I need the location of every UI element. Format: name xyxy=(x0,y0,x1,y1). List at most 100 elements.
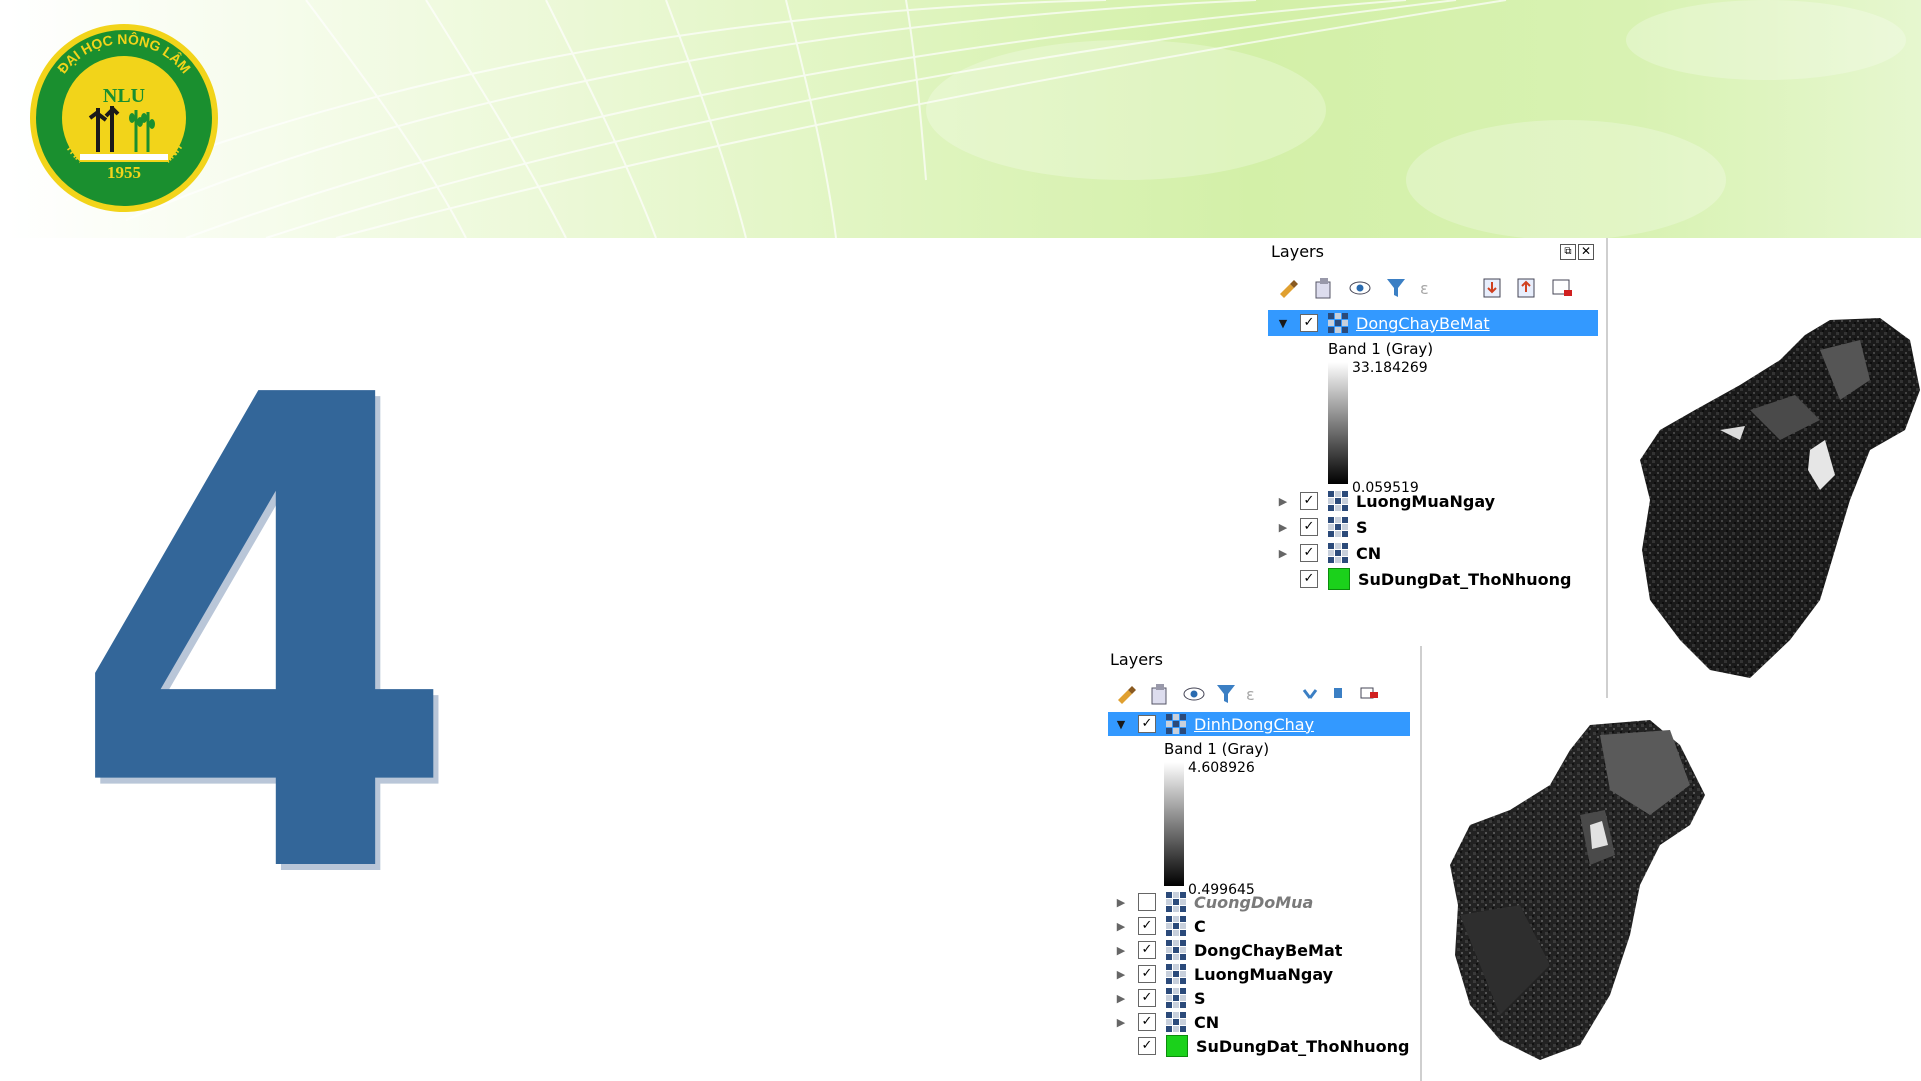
layer-checkbox[interactable] xyxy=(1138,893,1156,911)
vector-fill-swatch xyxy=(1328,568,1350,590)
expand-arrow-icon[interactable]: ▶ xyxy=(1114,895,1128,909)
expand-arrow-icon[interactable]: ▶ xyxy=(1114,991,1128,1005)
filter-icon[interactable] xyxy=(1384,276,1408,300)
raster-layer-icon xyxy=(1166,940,1186,960)
expand-arrow-icon[interactable]: ▶ xyxy=(1276,494,1290,508)
float-panel-icon[interactable]: ⧉ xyxy=(1560,244,1576,260)
paint-brush-icon[interactable] xyxy=(1276,276,1300,300)
expand-arrow-icon[interactable]: ▶ xyxy=(1114,967,1128,981)
panel-title: Layers xyxy=(1110,650,1163,669)
layer-row-selected[interactable]: ▼ ✓ DinhDongChay xyxy=(1108,712,1410,736)
logo-year: 1955 xyxy=(107,163,141,182)
layer-row[interactable]: ▶ CuongDoMua xyxy=(1108,890,1313,914)
layer-checkbox[interactable]: ✓ xyxy=(1138,1013,1156,1031)
layer-row[interactable]: ▶ ✓ CN xyxy=(1268,540,1381,566)
university-logo: ĐẠI HỌC NÔNG LÂM THÀNH PHỐ HỒ CHÍ MINH N… xyxy=(28,22,220,214)
close-panel-icon[interactable]: ✕ xyxy=(1578,244,1594,260)
expand-arrow-icon[interactable]: ▶ xyxy=(1276,520,1290,534)
gray-color-ramp xyxy=(1328,362,1348,484)
map-canvas-2[interactable] xyxy=(1440,715,1710,1065)
layer-checkbox[interactable]: ✓ xyxy=(1138,941,1156,959)
layer-name: CN xyxy=(1356,543,1382,563)
layer-row[interactable]: ▶ ✓ LuongMuaNgay xyxy=(1268,488,1495,514)
ramp-max-value: 33.184269 xyxy=(1352,360,1428,376)
layer-checkbox[interactable]: ✓ xyxy=(1300,518,1318,536)
layer-name: DongChayBeMat xyxy=(1194,940,1343,960)
raster-layer-icon xyxy=(1166,714,1186,734)
raster-layer-icon xyxy=(1166,988,1186,1008)
raster-layer-icon xyxy=(1328,543,1348,563)
expand-arrow-icon[interactable]: ▶ xyxy=(1114,1015,1128,1029)
expand-arrow-icon[interactable]: ▶ xyxy=(1114,919,1128,933)
filter-icon[interactable] xyxy=(1214,682,1238,706)
expression-filter-icon[interactable]: ε xyxy=(1418,276,1442,300)
layer-name: CuongDoMua xyxy=(1194,892,1314,912)
layer-name: SuDungDat_ThoNhuong xyxy=(1358,569,1572,589)
header-banner xyxy=(6,0,1921,238)
band-label: Band 1 (Gray) xyxy=(1328,340,1434,358)
add-group-icon[interactable] xyxy=(1312,276,1336,300)
layer-row-selected[interactable]: ▼ ✓ DongChayBeMat xyxy=(1268,310,1598,336)
layer-checkbox[interactable]: ✓ xyxy=(1138,965,1156,983)
layer-row[interactable]: ▶ ✓ C xyxy=(1108,914,1206,938)
layer-name: S xyxy=(1194,988,1206,1008)
panel-title: Layers xyxy=(1271,242,1324,261)
add-group-icon[interactable] xyxy=(1148,682,1172,706)
layer-name: S xyxy=(1356,517,1368,537)
expand-arrow-icon[interactable]: ▶ xyxy=(1276,546,1290,560)
logo-center-text: NLU xyxy=(103,85,145,107)
collapse-arrow-icon[interactable]: ▼ xyxy=(1114,717,1128,731)
layer-row[interactable]: ▶ ✓ CN xyxy=(1108,1010,1219,1034)
raster-layer-icon xyxy=(1166,1012,1186,1032)
eye-icon[interactable] xyxy=(1182,682,1206,706)
layer-checkbox[interactable]: ✓ xyxy=(1300,314,1318,332)
gray-color-ramp xyxy=(1164,762,1184,886)
layer-name: SuDungDat_ThoNhuong xyxy=(1196,1036,1410,1056)
layer-row[interactable]: ✓ SuDungDat_ThoNhuong xyxy=(1268,566,1571,592)
layer-checkbox[interactable]: ✓ xyxy=(1138,1037,1156,1055)
layer-checkbox[interactable]: ✓ xyxy=(1138,715,1156,733)
raster-layer-icon xyxy=(1328,491,1348,511)
layer-name: C xyxy=(1194,916,1206,936)
layer-checkbox[interactable]: ✓ xyxy=(1300,544,1318,562)
raster-layer-icon xyxy=(1328,313,1348,333)
layer-name: LuongMuaNgay xyxy=(1194,964,1334,984)
map-canvas-1[interactable] xyxy=(1620,300,1920,690)
band-label: Band 1 (Gray) xyxy=(1164,740,1270,758)
layer-row[interactable]: ▶ ✓ LuongMuaNgay xyxy=(1108,962,1333,986)
collapse-all-icon[interactable] xyxy=(1514,276,1538,300)
banner-decoration xyxy=(65,0,1906,238)
layer-checkbox[interactable]: ✓ xyxy=(1138,989,1156,1007)
svg-text:ε: ε xyxy=(1420,279,1429,298)
ramp-max-value: 4.608926 xyxy=(1188,760,1255,776)
section-number: 4 xyxy=(70,262,459,1018)
layer-row[interactable]: ▶ ✓ DongChayBeMat xyxy=(1108,938,1342,962)
expand-all-icon[interactable] xyxy=(1480,276,1504,300)
layer-name: DinhDongChay xyxy=(1194,714,1315,734)
layers-panel-1: Layers ⧉ ✕ ε ▼ ✓ DongChayBeMat Band 1 (G… xyxy=(1268,238,1608,698)
raster-layer-icon xyxy=(1166,892,1186,912)
paint-brush-icon[interactable] xyxy=(1114,682,1138,706)
layer-row[interactable]: ✓ SuDungDat_ThoNhuong xyxy=(1108,1034,1409,1058)
layer-name: LuongMuaNgay xyxy=(1356,491,1496,511)
layer-name: DongChayBeMat xyxy=(1356,313,1490,333)
raster-layer-icon xyxy=(1328,517,1348,537)
svg-text:ε: ε xyxy=(1246,685,1255,704)
layer-name: CN xyxy=(1194,1012,1220,1032)
remove-layer-icon[interactable] xyxy=(1550,276,1574,300)
layer-checkbox[interactable]: ✓ xyxy=(1300,570,1318,588)
expression-filter-icon[interactable]: ε xyxy=(1244,682,1268,706)
layer-row[interactable]: ▶ ✓ S xyxy=(1108,986,1206,1010)
layer-row[interactable]: ▶ ✓ S xyxy=(1268,514,1368,540)
collapse-arrow-icon[interactable]: ▼ xyxy=(1276,316,1290,330)
expand-arrow-icon[interactable]: ▶ xyxy=(1114,943,1128,957)
remove-layer-icon[interactable] xyxy=(1358,686,1382,700)
layer-checkbox[interactable]: ✓ xyxy=(1138,917,1156,935)
layers-panel-2: Layers ε ▼ ✓ DinhDongChay Band 1 (Gray) … xyxy=(1108,646,1422,1081)
collapse-all-icon[interactable] xyxy=(1328,686,1352,700)
raster-layer-icon xyxy=(1166,916,1186,936)
eye-icon[interactable] xyxy=(1348,276,1372,300)
vector-fill-swatch xyxy=(1166,1035,1188,1057)
layer-checkbox[interactable]: ✓ xyxy=(1300,492,1318,510)
expand-all-icon[interactable] xyxy=(1298,686,1322,700)
